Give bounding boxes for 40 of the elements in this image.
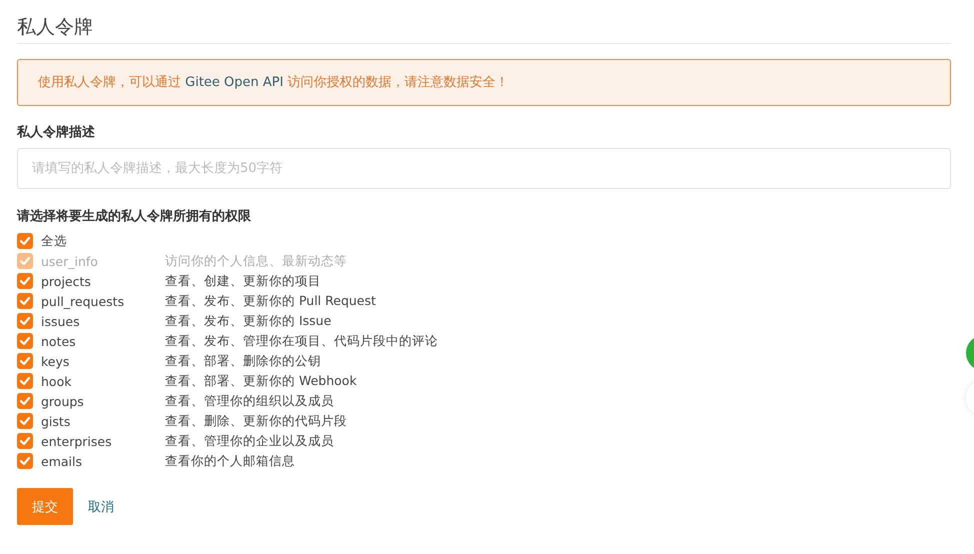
checkbox-label: 全选 [41, 232, 68, 250]
checkbox[interactable] [17, 293, 33, 309]
permission-description: 访问你的个人信息、最新动态等 [165, 252, 347, 270]
permission-name: projects [41, 274, 92, 288]
cancel-link[interactable]: 取消 [88, 498, 114, 516]
permission-name: emails [41, 454, 83, 468]
page-title: 私人令牌 [17, 15, 94, 40]
checkbox[interactable] [17, 233, 33, 249]
checkbox[interactable] [17, 413, 33, 429]
permission-name: gists [41, 414, 72, 428]
checkbox[interactable] [17, 453, 33, 469]
field-label: 私人令牌描述 [17, 124, 96, 142]
permission-description: 查看、管理你的组织以及成员 [165, 392, 334, 410]
permission-description: 查看、发布、更新你的 Pull Request [165, 292, 376, 310]
permission-description: 查看、管理你的企业以及成员 [165, 432, 334, 450]
permission-name: issues [41, 314, 81, 328]
permission-description: 查看、发布、管理你在项目、代码片段中的评论 [165, 332, 438, 350]
checkbox[interactable] [17, 353, 33, 369]
notice-banner: 使用私人令牌，可以通过 Gitee Open API 访问你授权的数据，请注意数据安全！ [17, 59, 951, 106]
permission-name: keys [41, 354, 70, 368]
checkbox[interactable] [17, 313, 33, 329]
permission-name: hook [41, 374, 72, 388]
checkbox[interactable] [17, 393, 33, 409]
permission-description: 查看你的个人邮箱信息 [165, 452, 295, 470]
permission-name: user_info [41, 254, 99, 268]
permission-description: 查看、部署、更新你的 Webhook [165, 372, 357, 390]
permission-name: pull_requests [41, 294, 126, 308]
checkbox[interactable] [17, 433, 33, 449]
permission-name: groups [41, 394, 85, 408]
field-label: 请选择将要生成的私人令牌所拥有的权限 [17, 208, 252, 226]
permission-description: 查看、创建、更新你的项目 [165, 272, 321, 290]
permission-description: 查看、部署、删除你的公钥 [165, 352, 321, 370]
description-input[interactable]: 请填写的私人令牌描述，最大长度为50字符 [17, 148, 951, 189]
checkbox[interactable] [17, 273, 33, 289]
permission-description: 查看、删除、更新你的代码片段 [165, 412, 347, 430]
permission-name: enterprises [41, 434, 113, 448]
permission-name: notes [41, 334, 77, 348]
checkbox[interactable] [17, 333, 33, 349]
checkbox[interactable] [17, 373, 33, 389]
permission-description: 查看、发布、更新你的 Issue [165, 312, 332, 330]
